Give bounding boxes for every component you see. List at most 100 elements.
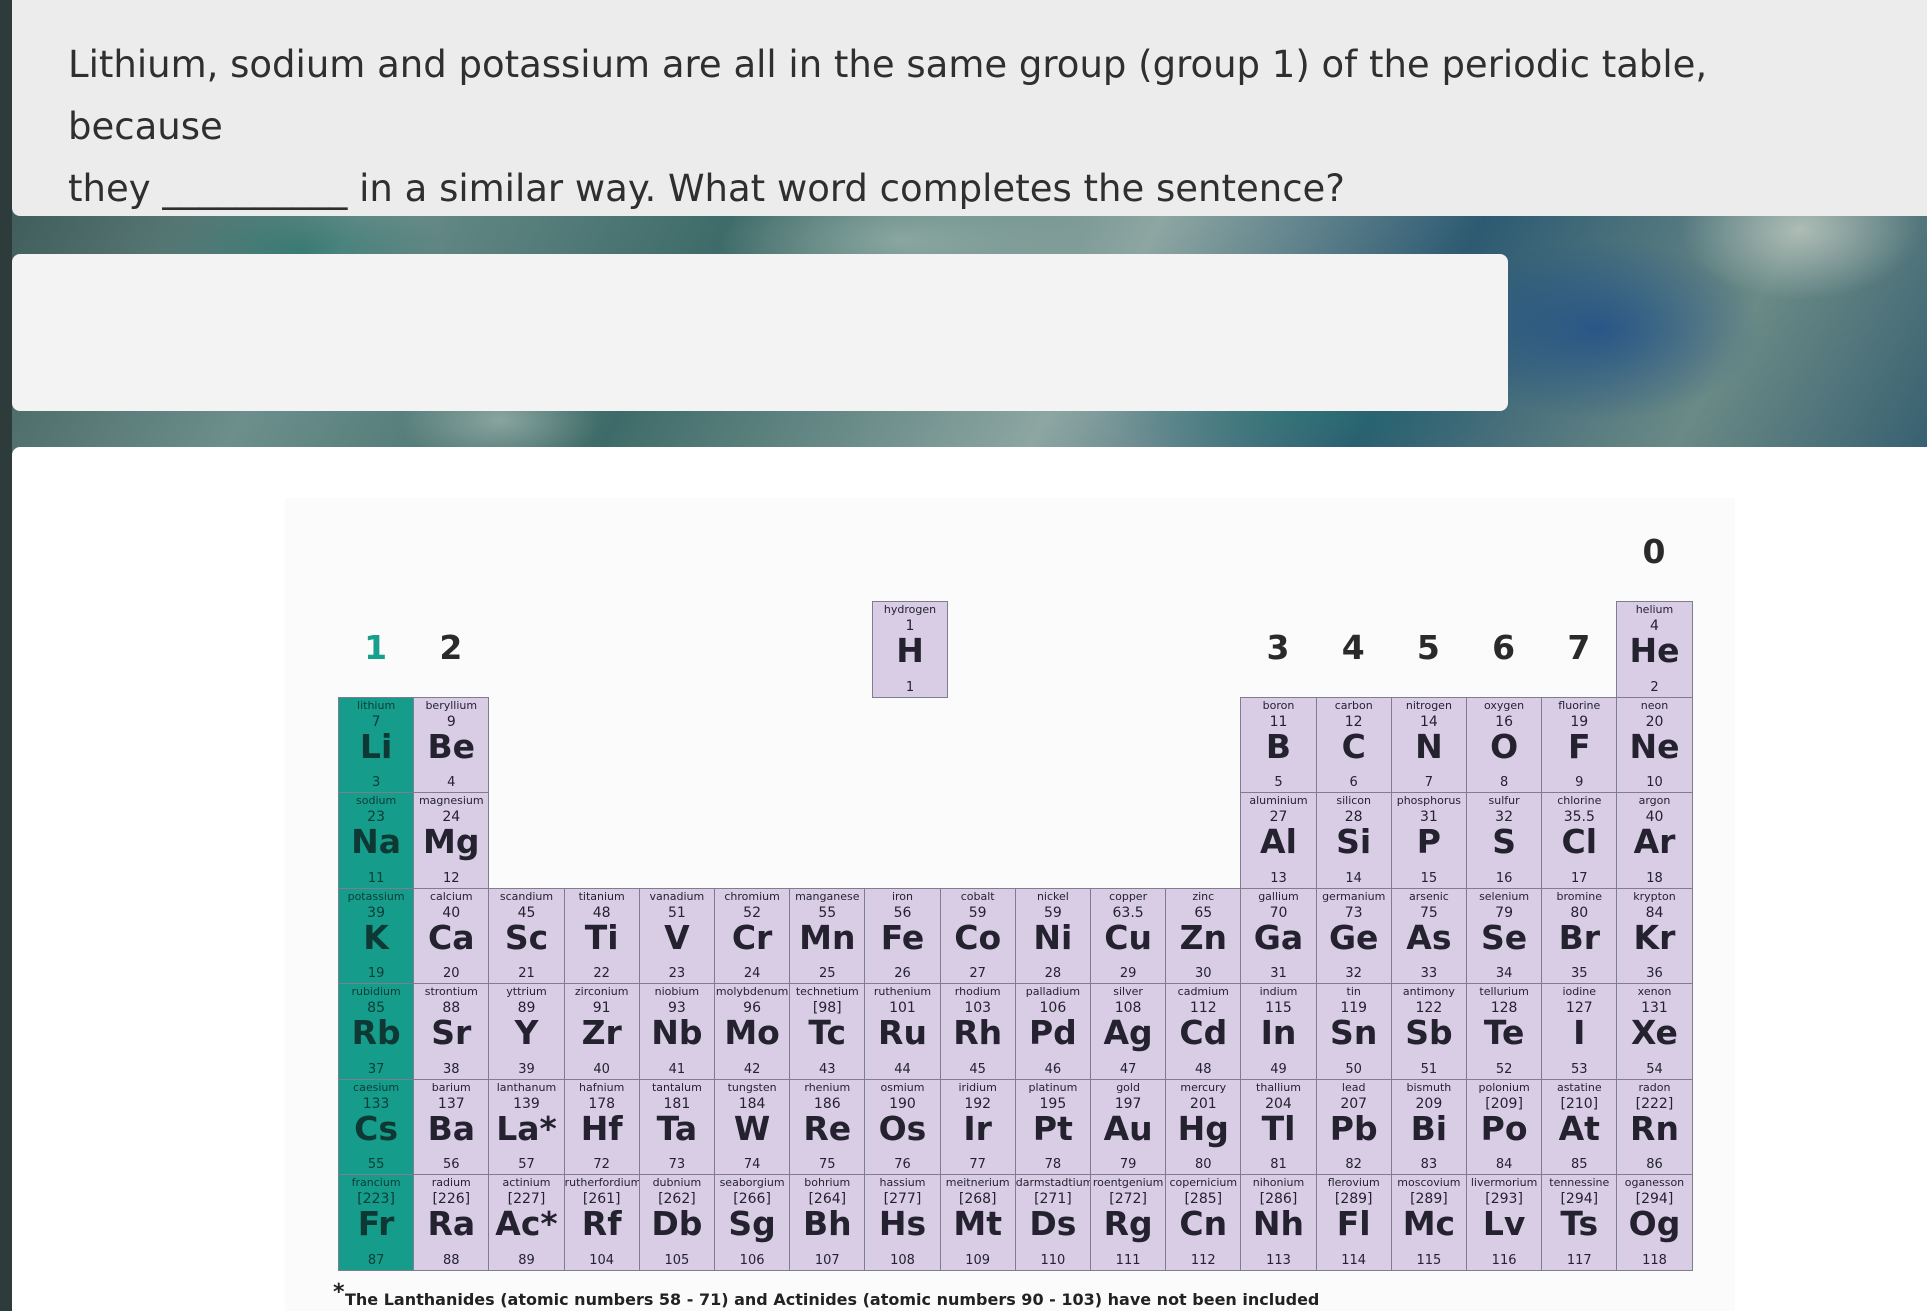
atomic-number: 54 xyxy=(1646,1061,1663,1077)
element-francium: francium [223] Fr 87 xyxy=(338,1174,415,1271)
element-symbol: Mc xyxy=(1402,1204,1456,1243)
element-symbol: Xe xyxy=(1631,1013,1678,1052)
atomic-number: 75 xyxy=(819,1157,836,1172)
element-name: neon xyxy=(1640,699,1669,712)
group-label-0: 0 xyxy=(1642,532,1666,571)
atomic-number: 47 xyxy=(1119,1061,1137,1077)
atomic-number: 74 xyxy=(743,1157,761,1172)
element-name: silver xyxy=(1113,986,1143,998)
element-name: tellurium xyxy=(1479,986,1529,998)
element-name: bromine xyxy=(1556,890,1603,903)
element-name: vanadium xyxy=(649,890,705,903)
atomic-number: 26 xyxy=(894,966,911,981)
element-hassium: hassium [277] Hs 108 xyxy=(864,1174,941,1271)
element-symbol: In xyxy=(1260,1013,1297,1052)
element-symbol: Ag xyxy=(1103,1013,1153,1052)
element-name: barium xyxy=(431,1081,471,1094)
element-symbol: Fe xyxy=(880,917,925,957)
atomic-number: 51 xyxy=(1420,1061,1438,1077)
element-manganese: manganese 55 Mn 25 xyxy=(789,887,866,984)
element-symbol: Tl xyxy=(1261,1108,1296,1148)
atomic-number: 109 xyxy=(965,1252,991,1268)
element-name: copper xyxy=(1109,890,1148,903)
atomic-number: 18 xyxy=(1646,870,1663,886)
element-symbol: C xyxy=(1341,726,1366,766)
element-symbol: Cn xyxy=(1179,1204,1228,1243)
atomic-number: 118 xyxy=(1642,1252,1667,1268)
element-mercury: mercury 201 Hg 80 xyxy=(1165,1078,1242,1175)
element-symbol: Sc xyxy=(504,917,549,957)
question-line-2-end: in a similar way. What word completes th… xyxy=(347,167,1345,210)
element-hydrogen: hydrogen 1 H 1 xyxy=(871,601,949,698)
element-copper: copper 63.5 Cu 29 xyxy=(1090,887,1167,984)
element-name: silicon xyxy=(1336,795,1372,807)
atomic-number: 107 xyxy=(814,1252,840,1268)
atomic-number: 48 xyxy=(1195,1061,1212,1077)
element-tin: tin 119 Sn 50 xyxy=(1315,983,1392,1080)
element-silicon: silicon 28 Si 14 xyxy=(1315,792,1392,889)
element-name: bismuth xyxy=(1406,1081,1452,1094)
element-name: fluorine xyxy=(1558,699,1601,712)
atomic-number: 3 xyxy=(371,775,381,790)
element-symbol: H xyxy=(896,631,924,670)
element-symbol: Ge xyxy=(1328,917,1379,957)
element-name: niobium xyxy=(654,986,700,998)
element-chlorine: chlorine 35.5 Cl 17 xyxy=(1541,792,1618,889)
element-zinc: zinc 65 Zn 30 xyxy=(1165,887,1242,984)
element-rubidium: rubidium 85 Rb 37 xyxy=(338,983,415,1080)
element-scandium: scandium 45 Sc 21 xyxy=(488,887,565,984)
atomic-number: 28 xyxy=(1044,966,1062,981)
element-symbol: He xyxy=(1629,631,1680,670)
element-name: hafnium xyxy=(579,1081,625,1094)
element-name: meitnerium xyxy=(945,1177,1010,1189)
element-symbol: N xyxy=(1415,726,1443,766)
element-symbol: Ds xyxy=(1029,1204,1077,1243)
element-rhenium: rhenium 186 Re 75 xyxy=(789,1078,866,1175)
element-name: tungsten xyxy=(727,1081,777,1094)
element-name: aluminium xyxy=(1249,795,1308,807)
element-symbol: Db xyxy=(651,1204,703,1243)
element-nitrogen: nitrogen 14 N 7 xyxy=(1390,696,1467,793)
element-symbol: Mn xyxy=(799,917,856,957)
atomic-number: 84 xyxy=(1495,1157,1513,1172)
element-name: osmium xyxy=(880,1081,925,1094)
element-symbol: Ru xyxy=(878,1013,927,1052)
atomic-number: 6 xyxy=(1349,775,1358,790)
element-name: cadmium xyxy=(1177,986,1229,998)
element-symbol: Po xyxy=(1480,1108,1528,1148)
answer-input[interactable] xyxy=(12,254,1508,411)
element-gold: gold 197 Au 79 xyxy=(1090,1078,1167,1175)
element-symbol: Ga xyxy=(1253,917,1304,957)
atomic-number: 1 xyxy=(905,679,915,695)
element-phosphorus: phosphorus 31 P 15 xyxy=(1390,792,1467,889)
atomic-number: 11 xyxy=(367,870,385,886)
element-symbol: Lv xyxy=(1482,1204,1526,1243)
element-name: francium xyxy=(351,1177,401,1189)
element-moscovium: moscovium [289] Mc 115 xyxy=(1390,1174,1467,1271)
element-symbol: Fl xyxy=(1336,1204,1371,1243)
element-name: mercury xyxy=(1180,1081,1227,1094)
element-symbol: Rb xyxy=(351,1013,401,1052)
element-symbol: K xyxy=(363,917,389,957)
element-symbol: Nh xyxy=(1252,1204,1305,1243)
element-name: yttrium xyxy=(506,986,547,998)
element-thallium: thallium 204 Tl 81 xyxy=(1240,1078,1317,1175)
atomic-number: 37 xyxy=(367,1061,385,1077)
element-titanium: titanium 48 Ti 22 xyxy=(563,887,640,984)
atomic-number: 9 xyxy=(1575,775,1584,790)
element-actinium: actinium [227] Ac* 89 xyxy=(488,1174,565,1271)
atomic-number: 15 xyxy=(1420,870,1438,886)
element-name: darmstadtium xyxy=(1015,1177,1090,1189)
element-radon: radon [222] Rn 86 xyxy=(1616,1078,1693,1175)
element-barium: barium 137 Ba 56 xyxy=(413,1078,490,1175)
atomic-number: 83 xyxy=(1420,1157,1438,1172)
element-symbol: Be xyxy=(427,726,476,766)
atomic-number: 43 xyxy=(819,1061,836,1077)
element-niobium: niobium 93 Nb 41 xyxy=(638,983,715,1080)
element-symbol: Ta xyxy=(656,1108,698,1148)
element-symbol: Cl xyxy=(1561,822,1598,861)
atomic-number: 114 xyxy=(1341,1252,1367,1268)
element-polonium: polonium [209] Po 84 xyxy=(1466,1078,1543,1175)
atomic-number: 52 xyxy=(1495,1061,1513,1077)
element-roentgenium: roentgenium [272] Rg 111 xyxy=(1090,1174,1167,1271)
